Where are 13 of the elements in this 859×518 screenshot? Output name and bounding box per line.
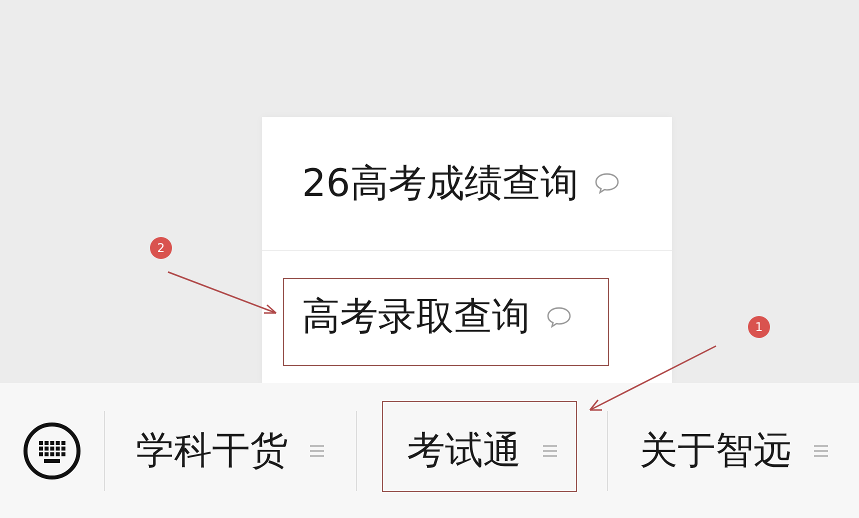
submenu-item[interactable]: 高考录取查询 (302, 291, 530, 342)
menu-lines-icon (814, 444, 828, 456)
chat-bubble-icon (546, 306, 572, 328)
step-number: 2 (150, 237, 172, 259)
menu-tab[interactable]: 考试通 (406, 425, 521, 476)
menu-lines-icon (310, 444, 324, 456)
menu-tab[interactable]: 学科干货 (136, 425, 288, 476)
step-number: 1 (748, 316, 770, 338)
keyboard-icon[interactable] (22, 422, 81, 480)
chat-bubble-icon (594, 172, 620, 194)
menu-lines-icon (542, 444, 557, 456)
menu-tab[interactable]: 关于智远 (640, 425, 792, 476)
submenu-item[interactable]: 26高考成绩查询 (302, 158, 578, 209)
